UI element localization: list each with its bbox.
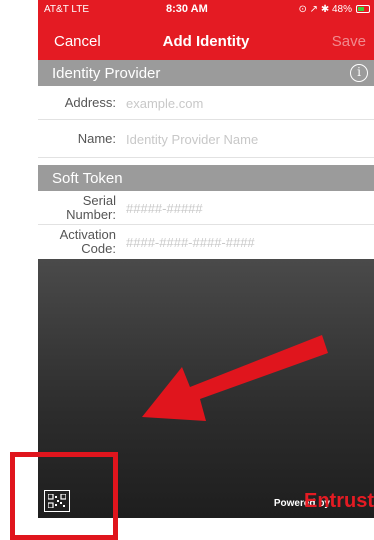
serial-number-row[interactable]: Serial Number: #####-##### (38, 191, 374, 225)
status-bar: AT&T LTE 8:30 AM ⊙ ↗ ✱ 48% (38, 0, 374, 20)
serial-number-label-line2: Number: (66, 207, 116, 222)
nav-bar: Add Identity Cancel Save (38, 20, 374, 60)
activation-code-row[interactable]: Activation Code: ####-####-####-#### (38, 225, 374, 259)
qr-highlight-box (10, 452, 118, 540)
phone-screen: AT&T LTE 8:30 AM ⊙ ↗ ✱ 48% Add Identity … (38, 0, 374, 518)
identity-provider-header: Identity Provider i (38, 60, 374, 86)
name-label: Name: (77, 131, 116, 146)
serial-number-label-line1: Serial (82, 193, 116, 208)
status-indicators: ⊙ ↗ ✱ 48% (298, 4, 353, 15)
red-arrow-icon (142, 335, 328, 421)
activation-code-field[interactable]: ####-####-####-#### (126, 235, 255, 250)
section-gap (38, 158, 374, 165)
soft-token-title: Soft Token (52, 170, 123, 187)
identity-provider-title: Identity Provider (52, 65, 161, 82)
entrust-logo: Entrust (304, 490, 374, 512)
soft-token-header: Soft Token (38, 165, 374, 191)
status-time: 8:30 AM (166, 3, 208, 15)
info-icon[interactable]: i (350, 64, 368, 82)
address-row[interactable]: Address: example.com (38, 86, 374, 120)
name-row[interactable]: Name: Identity Provider Name (38, 120, 374, 158)
battery-icon (356, 5, 370, 13)
carrier-label: AT&T LTE (44, 4, 90, 15)
serial-number-field[interactable]: #####-##### (126, 201, 203, 216)
activation-code-label-line1: Activation (59, 227, 116, 242)
cancel-button[interactable]: Cancel (54, 33, 101, 50)
activation-code-label-line2: Code: (81, 241, 116, 256)
save-button[interactable]: Save (332, 33, 366, 50)
name-field[interactable]: Identity Provider Name (126, 132, 258, 147)
address-label: Address: (64, 95, 116, 110)
address-field[interactable]: example.com (126, 96, 203, 111)
